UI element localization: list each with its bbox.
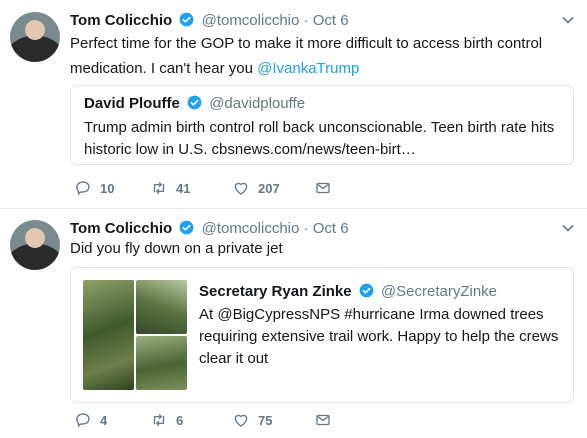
quoted-tweet-header: Secretary Ryan Zinke @SecretaryZinke — [199, 282, 497, 302]
author-handle[interactable]: @tomcolicchio — [202, 12, 300, 29]
caret-down-icon[interactable] — [561, 221, 575, 235]
like-count: 207 — [258, 180, 280, 196]
verified-badge-icon — [187, 95, 202, 110]
quoted-tweet[interactable]: Secretary Ryan Zinke @SecretaryZinke At … — [70, 267, 574, 403]
retweet-count: 41 — [176, 180, 191, 196]
tweet-text: Did you fly down on a private jet — [70, 240, 283, 257]
author-name[interactable]: Tom Colicchio — [70, 12, 172, 29]
retweet-button[interactable]: 41 — [150, 178, 190, 198]
photo-thumbnail[interactable] — [136, 280, 187, 334]
retweet-icon — [153, 182, 165, 194]
photo-thumbnail[interactable] — [136, 336, 187, 390]
reply-count: 4 — [100, 412, 108, 428]
avatar[interactable] — [10, 12, 60, 62]
quoted-tweet-text: At @BigCypressNPS #hurricane Irma downed… — [199, 306, 559, 367]
tweet-date[interactable]: Oct 6 — [313, 220, 349, 237]
reply-icon — [76, 181, 90, 195]
separator-dot: · — [303, 220, 309, 237]
like-icon — [234, 414, 248, 427]
mention-link[interactable]: @IvankaTrump — [257, 60, 359, 77]
quoted-author-name: Secretary Ryan Zinke — [199, 283, 352, 300]
tweet-header: Tom Colicchio @tomcolicchio · Oct 6 — [70, 11, 349, 31]
reply-button[interactable]: 4 — [74, 410, 107, 430]
verified-badge-icon — [359, 283, 374, 298]
retweet-icon — [153, 414, 165, 426]
quoted-tweet[interactable]: David Plouffe @davidplouffe Trump admin … — [70, 85, 574, 165]
quoted-author-name: David Plouffe — [84, 95, 180, 112]
verified-badge-icon — [180, 220, 194, 235]
like-icon — [234, 182, 248, 195]
like-count: 75 — [258, 412, 273, 428]
author-handle[interactable]: @tomcolicchio — [202, 220, 300, 237]
separator-dot: · — [303, 12, 309, 29]
reply-button[interactable]: 10 — [74, 178, 114, 198]
verified-badge-icon — [180, 12, 194, 27]
quoted-author-handle: @davidplouffe — [209, 95, 306, 112]
like-button[interactable]: 207 — [232, 178, 280, 198]
tweet[interactable]: Tom Colicchio @tomcolicchio · Oct 6 Did … — [0, 208, 587, 438]
direct-message-button[interactable] — [314, 410, 340, 430]
retweet-button[interactable]: 6 — [150, 410, 183, 430]
quoted-author-handle: @SecretaryZinke — [380, 283, 498, 300]
retweet-count: 6 — [176, 412, 184, 428]
direct-message-button[interactable] — [314, 178, 340, 198]
avatar[interactable] — [10, 220, 60, 270]
like-button[interactable]: 75 — [232, 410, 272, 430]
author-name[interactable]: Tom Colicchio — [70, 220, 172, 237]
quoted-media-grid[interactable] — [83, 280, 187, 390]
caret-down-icon[interactable] — [561, 13, 575, 27]
reply-count: 10 — [100, 180, 115, 196]
tweet-text: Perfect time for the GOP to make it more… — [70, 31, 570, 81]
direct-message-icon — [316, 182, 330, 194]
quoted-tweet-header: David Plouffe @davidplouffe — [84, 94, 305, 114]
direct-message-icon — [316, 414, 330, 426]
tweet-date[interactable]: Oct 6 — [313, 12, 349, 29]
reply-icon — [76, 413, 90, 427]
quoted-tweet-text: Trump admin birth control roll back unco… — [84, 119, 555, 158]
photo-thumbnail[interactable] — [83, 280, 134, 390]
tweet[interactable]: Tom Colicchio @tomcolicchio · Oct 6 Perf… — [0, 0, 587, 209]
